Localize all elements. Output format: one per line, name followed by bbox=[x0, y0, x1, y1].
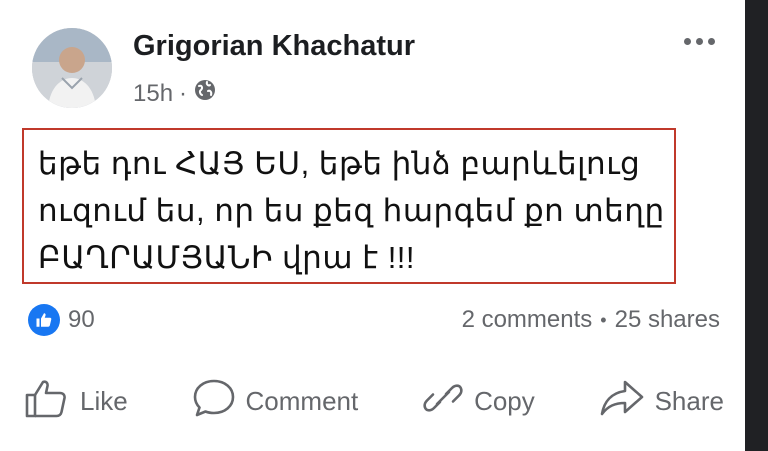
avatar[interactable] bbox=[32, 28, 112, 108]
post-stats: 90 2 comments • 25 shares bbox=[28, 304, 720, 336]
reactions-summary[interactable]: 90 bbox=[28, 304, 95, 336]
post-text: եթե դու ՀԱՅ ԵՍ, եթե ինձ բարևելուց ուզում… bbox=[38, 146, 665, 275]
thumbs-up-icon bbox=[24, 378, 70, 425]
share-label: Share bbox=[654, 386, 724, 416]
link-icon bbox=[422, 378, 464, 425]
like-reaction-icon bbox=[28, 304, 60, 336]
highlighted-post-text: եթե դու ՀԱՅ ԵՍ, եթե ինձ բարևելուց ուզում… bbox=[22, 128, 676, 284]
like-label: Like bbox=[80, 386, 128, 416]
shares-count[interactable]: 25 shares bbox=[615, 306, 720, 334]
like-button[interactable]: Like bbox=[24, 378, 128, 425]
more-options-icon[interactable] bbox=[684, 38, 715, 45]
stats-separator: • bbox=[600, 309, 607, 330]
author-name[interactable]: Grigorian Khachatur bbox=[133, 30, 415, 63]
post-card: Grigorian Khachatur 15h · եթե դու ՀԱՅ ԵՍ… bbox=[0, 0, 745, 451]
reactions-count: 90 bbox=[68, 306, 95, 333]
globe-icon bbox=[193, 78, 217, 109]
engagement-counts: 2 comments • 25 shares bbox=[462, 306, 720, 334]
share-button[interactable]: Share bbox=[599, 378, 724, 425]
copy-label: Copy bbox=[474, 386, 535, 416]
share-arrow-icon bbox=[599, 378, 645, 425]
action-bar: Like Comment Copy Share bbox=[24, 378, 724, 425]
comments-count[interactable]: 2 comments bbox=[462, 306, 593, 334]
copy-button[interactable]: Copy bbox=[422, 378, 535, 425]
comment-icon bbox=[192, 378, 236, 425]
post-time[interactable]: 15h bbox=[133, 80, 173, 108]
screen-edge bbox=[745, 0, 768, 451]
meta-separator: · bbox=[179, 79, 188, 107]
post-meta: 15h · bbox=[133, 78, 217, 109]
comment-label: Comment bbox=[245, 386, 359, 416]
comment-button[interactable]: Comment bbox=[192, 378, 359, 425]
avatar-photo bbox=[32, 28, 112, 108]
